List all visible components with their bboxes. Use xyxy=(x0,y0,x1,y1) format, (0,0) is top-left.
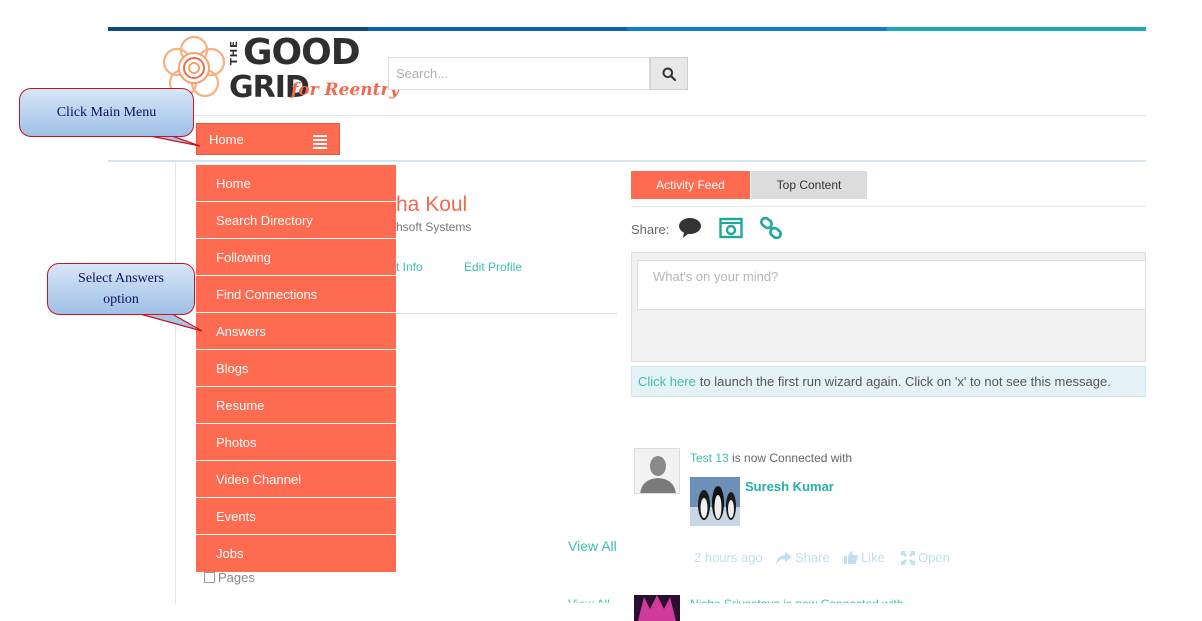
menu-item-events[interactable]: Events xyxy=(196,498,396,535)
speech-bubble-icon[interactable] xyxy=(678,217,702,239)
hamburger-icon xyxy=(313,135,327,151)
view-all-link[interactable]: View All xyxy=(568,538,617,554)
feed-item-2-text: Nisha Srivastava is now Connected with xyxy=(690,597,904,611)
share-action[interactable]: Share xyxy=(776,550,830,565)
pages-label[interactable]: Pages xyxy=(204,570,255,585)
open-action-label: Open xyxy=(918,550,950,565)
menu-item-photos[interactable]: Photos xyxy=(196,424,396,461)
photo-icon[interactable] xyxy=(719,217,743,239)
header-divider xyxy=(108,115,1146,116)
timestamp: 2 hours ago xyxy=(694,550,763,565)
friend-name-link[interactable]: Suresh Kumar xyxy=(745,479,834,494)
share-action-label: Share xyxy=(795,550,830,565)
logo-the: THE xyxy=(229,40,240,66)
nav-divider xyxy=(108,160,1146,162)
callout-answers-line2: option xyxy=(103,292,139,307)
link-icon[interactable] xyxy=(759,217,783,239)
menu-item-jobs[interactable]: Jobs xyxy=(196,535,396,572)
top-color-band xyxy=(108,27,1146,31)
view-all-link-2[interactable]: View All xyxy=(568,597,610,603)
menu-item-following[interactable]: Following xyxy=(196,239,396,276)
profile-company: hsoft Systems xyxy=(396,220,472,234)
penguins-photo xyxy=(690,477,740,526)
like-action-label: Like xyxy=(861,550,885,565)
user-photo-2 xyxy=(634,595,680,621)
menu-item-video-channel[interactable]: Video Channel xyxy=(196,461,396,498)
callout-select-answers: Select Answers option xyxy=(47,263,195,315)
main-menu-dropdown: Home Search Directory Following Find Con… xyxy=(196,165,396,572)
post-input[interactable] xyxy=(637,260,1146,310)
contact-info-link[interactable]: t Info xyxy=(396,260,423,274)
menu-item-resume[interactable]: Resume xyxy=(196,387,396,424)
wizard-message: Click here to launch the first run wizar… xyxy=(631,366,1146,397)
thumbs-up-icon xyxy=(844,551,858,564)
profile-name[interactable]: ha Koul xyxy=(396,193,467,217)
wizard-text: to launch the first run wizard again. Cl… xyxy=(699,374,1111,389)
main-menu-button[interactable]: Home xyxy=(196,123,340,155)
share-arrow-icon xyxy=(776,551,792,564)
pages-text: Pages xyxy=(218,570,255,585)
feed-actor-link[interactable]: Test 13 xyxy=(690,451,729,465)
feed-item-text: Test 13 is now Connected with xyxy=(690,451,852,465)
tabs-divider xyxy=(631,206,1146,207)
like-action[interactable]: Like xyxy=(844,550,885,565)
menu-item-answers[interactable]: Answers xyxy=(196,313,396,350)
avatar[interactable] xyxy=(634,448,680,494)
left-column-border xyxy=(175,162,176,604)
menu-item-search-directory[interactable]: Search Directory xyxy=(196,202,396,239)
callout-main-menu-text: Click Main Menu xyxy=(56,105,157,120)
callout-answers-line1: Select Answers xyxy=(78,271,164,286)
menu-item-blogs[interactable]: Blogs xyxy=(196,350,396,387)
callout-click-main-menu: Click Main Menu xyxy=(19,88,194,137)
edit-profile-link[interactable]: Edit Profile xyxy=(464,260,522,274)
logo-tagline: for Reentry xyxy=(291,80,400,100)
menu-item-find-connections[interactable]: Find Connections xyxy=(196,276,396,313)
search-button[interactable] xyxy=(650,57,688,90)
friend-avatar[interactable] xyxy=(690,477,740,526)
tab-top-content[interactable]: Top Content xyxy=(751,171,867,199)
menu-item-home[interactable]: Home xyxy=(196,165,396,202)
feed-action: is now Connected with xyxy=(728,451,853,465)
tab-activity-feed[interactable]: Activity Feed xyxy=(631,171,750,199)
avatar-2[interactable] xyxy=(634,595,680,621)
profile-divider xyxy=(396,313,617,314)
share-label: Share: xyxy=(631,222,670,237)
expand-icon xyxy=(901,550,915,565)
logo-good: GOOD xyxy=(243,32,361,73)
wizard-link[interactable]: Click here xyxy=(638,374,696,389)
pages-icon xyxy=(204,572,215,583)
open-action[interactable]: Open xyxy=(901,550,950,565)
default-user-icon xyxy=(635,449,679,493)
search-input[interactable] xyxy=(388,57,650,90)
main-menu-label: Home xyxy=(209,131,244,147)
search-icon xyxy=(662,67,676,81)
